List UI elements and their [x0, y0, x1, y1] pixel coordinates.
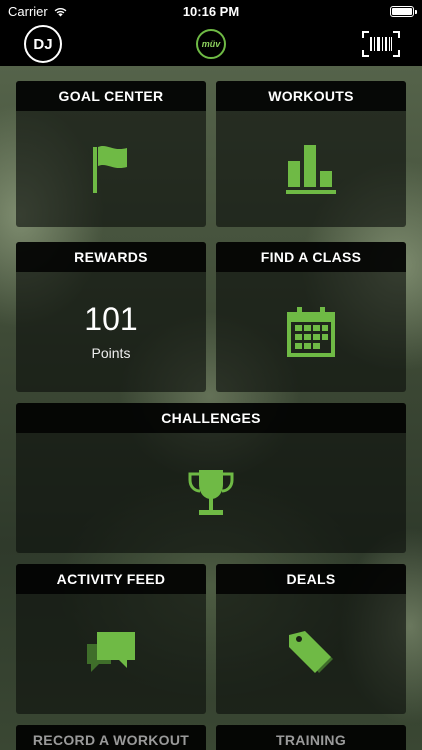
- goal-center-title: GOAL CENTER: [16, 81, 206, 111]
- goal-center-tile[interactable]: GOAL CENTER: [16, 81, 206, 227]
- deals-title: DEALS: [216, 564, 406, 594]
- chat-bubbles-icon: [87, 632, 135, 672]
- tags-icon: [289, 631, 333, 673]
- flag-icon: [93, 145, 127, 193]
- avatar-button[interactable]: DJ: [24, 25, 62, 63]
- activity-feed-tile[interactable]: ACTIVITY FEED: [16, 564, 206, 714]
- rewards-points-label: Points: [91, 345, 131, 361]
- status-time: 10:16 PM: [182, 3, 240, 19]
- barcode-icon[interactable]: [362, 31, 400, 57]
- activity-feed-title: ACTIVITY FEED: [16, 564, 206, 594]
- record-a-workout-title: RECORD A WORKOUT: [16, 725, 206, 750]
- status-bar: Carrier 10:16 PM: [0, 0, 422, 22]
- bar-chart-icon: [286, 145, 336, 194]
- battery-icon: [390, 5, 417, 17]
- trophy-icon: [188, 470, 234, 515]
- find-a-class-tile[interactable]: FIND A CLASS: [216, 242, 406, 392]
- record-a-workout-tile[interactable]: RECORD A WORKOUT: [16, 725, 206, 750]
- rewards-title: REWARDS: [16, 242, 206, 272]
- find-a-class-title: FIND A CLASS: [216, 242, 406, 272]
- workouts-title: WORKOUTS: [216, 81, 406, 111]
- training-tile[interactable]: TRAINING: [216, 725, 406, 750]
- challenges-tile[interactable]: CHALLENGES: [16, 403, 406, 553]
- rewards-points-value: 101: [84, 301, 138, 337]
- dashboard: GOAL CENTER WORKOUTS REWARDS 101 Points: [0, 66, 422, 750]
- calendar-icon: [287, 307, 335, 357]
- deals-tile[interactable]: DEALS: [216, 564, 406, 714]
- workouts-tile[interactable]: WORKOUTS: [216, 81, 406, 227]
- top-nav: DJ müv: [0, 22, 422, 66]
- app-logo: müv: [196, 29, 226, 59]
- training-title: TRAINING: [216, 725, 406, 750]
- rewards-tile[interactable]: REWARDS 101 Points: [16, 242, 206, 392]
- challenges-title: CHALLENGES: [16, 403, 406, 433]
